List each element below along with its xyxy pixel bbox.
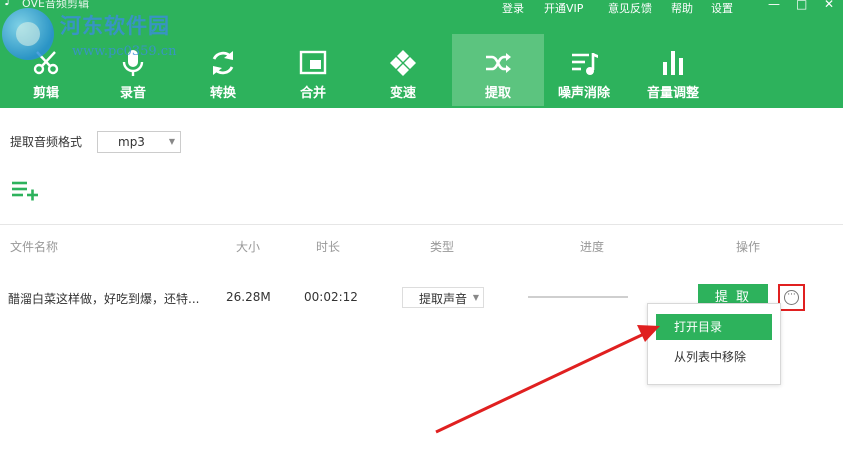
app-header: ♪ OVE音频剪辑 登录 开通VIP 意见反馈 帮助 设置 — □ ✕ 剪辑 录…: [0, 0, 843, 108]
feedback-link[interactable]: 意见反馈: [608, 0, 652, 16]
format-value: mp3: [118, 135, 145, 149]
chevron-down-icon: ▼: [472, 293, 479, 302]
header-type: 类型: [430, 240, 455, 254]
divider: [0, 224, 843, 225]
add-file-list-icon[interactable]: [11, 180, 39, 202]
format-label: 提取音频格式: [10, 135, 83, 149]
tab-label: 转换: [209, 86, 236, 101]
tab-label: 提取: [484, 86, 511, 101]
header-name: 文件名称: [10, 240, 59, 254]
tab-cut[interactable]: 剪辑: [0, 34, 92, 106]
shuffle-icon: [483, 48, 513, 78]
more-options-icon[interactable]: ···: [784, 290, 799, 305]
chevron-down-icon: ▼: [168, 137, 175, 146]
help-link[interactable]: 帮助: [671, 0, 693, 16]
tab-noise-removal[interactable]: 噪声消除: [538, 34, 630, 106]
tab-label: 合并: [299, 86, 326, 101]
minimize-icon[interactable]: —: [768, 0, 780, 11]
bar-chart-icon: [658, 48, 688, 78]
file-name: 醋溜白菜这样做，好吃到爆，还特...: [8, 292, 200, 306]
tab-label: 音量调整: [646, 86, 699, 101]
refresh-icon: [208, 48, 238, 78]
merge-icon: [298, 48, 328, 78]
header-duration: 时长: [316, 240, 341, 254]
tab-label: 录音: [119, 86, 146, 101]
file-duration: 00:02:12: [304, 290, 358, 304]
gamepad-icon: [388, 48, 418, 78]
music-list-icon: [569, 48, 599, 78]
tab-convert[interactable]: 转换: [177, 34, 269, 106]
menu-item-remove-from-list[interactable]: 从列表中移除: [656, 344, 772, 370]
tool-tabs: 剪辑 录音 转换 合并 变速 提取 噪声消除 音量调整: [0, 34, 843, 106]
tab-extract[interactable]: 提取: [452, 34, 544, 106]
close-icon[interactable]: ✕: [824, 0, 834, 11]
type-value: 提取声音: [419, 292, 468, 306]
tab-merge[interactable]: 合并: [267, 34, 359, 106]
app-title: OVE音频剪辑: [22, 0, 89, 10]
settings-link[interactable]: 设置: [711, 0, 733, 16]
more-button-highlight: ···: [778, 284, 805, 311]
microphone-icon: [118, 48, 148, 78]
tab-record[interactable]: 录音: [87, 34, 179, 106]
menu-item-open-folder[interactable]: 打开目录: [656, 314, 772, 340]
tab-label: 剪辑: [32, 86, 59, 101]
maximize-icon[interactable]: □: [796, 0, 807, 11]
file-size: 26.28M: [226, 290, 271, 304]
tab-speed[interactable]: 变速: [357, 34, 449, 106]
context-menu: 打开目录 从列表中移除: [647, 303, 781, 385]
music-note-icon: ♪: [4, 0, 13, 9]
header-progress: 进度: [580, 240, 605, 254]
title-bar: ♪ OVE音频剪辑 登录 开通VIP 意见反馈 帮助 设置 — □ ✕: [0, 0, 843, 16]
tab-label: 变速: [389, 86, 416, 101]
scissors-icon: [31, 48, 61, 78]
progress-bar: [528, 296, 628, 298]
tab-volume[interactable]: 音量调整: [627, 34, 719, 106]
header-size: 大小: [236, 240, 261, 254]
login-link[interactable]: 登录: [502, 0, 524, 16]
format-select[interactable]: mp3 ▼: [97, 131, 181, 153]
header-action: 操作: [736, 240, 761, 254]
vip-link[interactable]: 开通VIP: [544, 0, 583, 16]
tab-label: 噪声消除: [557, 86, 610, 101]
type-select[interactable]: 提取声音 ▼: [402, 287, 484, 308]
